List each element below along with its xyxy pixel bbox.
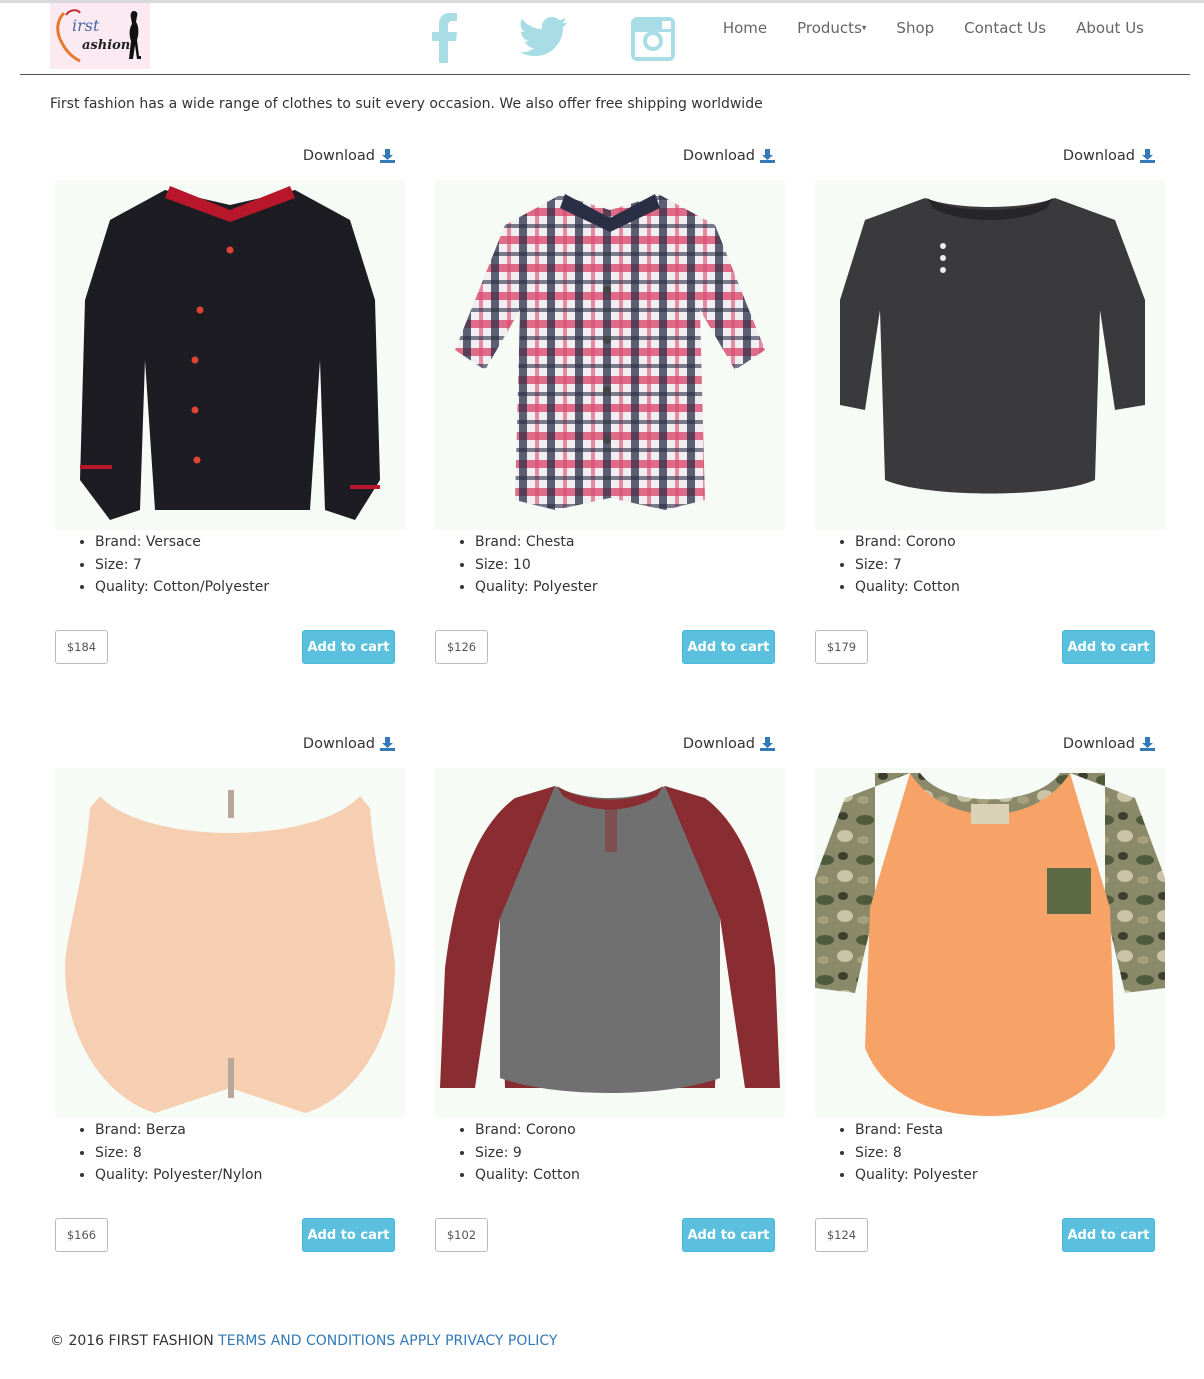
spec-size: Size: 8: [95, 1142, 262, 1165]
download-link[interactable]: Download: [683, 736, 775, 752]
nav-shop[interactable]: Shop: [896, 19, 934, 37]
product-card: Download Brand: Versace Size: 7 Quality:…: [55, 146, 405, 676]
download-label: Download: [682, 736, 755, 752]
product-card: Download Brand: Corono Size: 9 Quality: …: [435, 734, 785, 1264]
price-badge: $102: [435, 1218, 488, 1252]
spec-size: Size: 9: [475, 1142, 580, 1165]
nav-about[interactable]: About Us: [1076, 19, 1144, 37]
product-card: Download • Brand: Festa • Size: 8 • Qual…: [815, 734, 1165, 1264]
spec-quality: Quality: Polyester/Nylon: [95, 1164, 262, 1187]
product-card: Download Brand: Chesta: [435, 146, 785, 676]
terms-link[interactable]: TERMS AND CONDITIONS APPLY: [218, 1333, 440, 1349]
product-image[interactable]: [55, 180, 405, 530]
nav-products[interactable]: Products▾: [797, 19, 866, 37]
logo-text-bottom: ashion: [82, 38, 130, 53]
download-icon: [760, 737, 775, 751]
add-to-cart-button[interactable]: Add to cart: [682, 1218, 775, 1252]
product-image[interactable]: [815, 768, 1165, 1118]
instagram-icon[interactable]: [630, 16, 676, 66]
price-badge: $126: [435, 630, 488, 664]
add-to-cart-button[interactable]: Add to cart: [682, 630, 775, 664]
download-link[interactable]: Download: [1063, 148, 1155, 164]
logo-text-top: irst: [72, 16, 100, 35]
nav-contact[interactable]: Contact Us: [964, 19, 1046, 37]
spec-brand: Brand: Festa: [855, 1119, 978, 1142]
download-label: Download: [1062, 148, 1135, 164]
product-specs: Brand: Festa Size: 8 Quality: Polyester: [835, 1119, 978, 1187]
product-specs: Brand: Corono Size: 9 Quality: Cotton: [455, 1119, 580, 1187]
facebook-icon[interactable]: [428, 13, 460, 63]
spec-quality: Quality: Polyester: [855, 1164, 978, 1187]
download-icon: [760, 149, 775, 163]
add-to-cart-button[interactable]: Add to cart: [1062, 1218, 1155, 1252]
spec-quality: Quality: Polyester: [475, 576, 598, 599]
brand-logo[interactable]: irst ashion: [50, 3, 150, 69]
spec-brand: Brand: Berza: [95, 1119, 262, 1142]
product-image[interactable]: [815, 180, 1165, 530]
price-badge: $179: [815, 630, 868, 664]
product-specs: Brand: Chesta Size: 10 Quality: Polyeste…: [455, 531, 598, 599]
download-icon: [380, 737, 395, 751]
caret-down-icon: ▾: [861, 23, 867, 34]
product-card: Download Brand: Berza Size: 8 Quality: P…: [55, 734, 405, 1264]
spec-size: Size: 8: [855, 1142, 978, 1165]
download-icon: [1140, 149, 1155, 163]
price-badge: $124: [815, 1218, 868, 1252]
intro-text: First fashion has a wide range of clothe…: [50, 96, 763, 112]
spec-quality: Quality: Cotton: [475, 1164, 580, 1187]
nav-home[interactable]: Home: [723, 19, 767, 37]
nav-products-label: Products: [797, 19, 862, 37]
download-icon: [1140, 737, 1155, 751]
add-to-cart-button[interactable]: Add to cart: [302, 1218, 395, 1252]
copyright-text: © 2016 FIRST FASHION: [50, 1333, 219, 1349]
product-specs: Brand: Corono Size: 7 Quality: Cotton: [835, 531, 960, 599]
product-image[interactable]: [435, 768, 785, 1118]
spec-size: Size: 7: [95, 554, 269, 577]
download-link[interactable]: Download: [1063, 736, 1155, 752]
price-badge: $166: [55, 1218, 108, 1252]
download-label: Download: [302, 736, 375, 752]
privacy-link[interactable]: PRIVACY POLICY: [445, 1333, 557, 1349]
product-card: Download Brand: Corono Size: 7 Quality: …: [815, 146, 1165, 676]
site-header: irst ashion Home Products▾ Shop Contact …: [20, 3, 1190, 75]
download-link[interactable]: Download: [303, 736, 395, 752]
product-image[interactable]: [55, 768, 405, 1118]
spec-brand: Brand: Corono: [475, 1119, 580, 1142]
product-specs: Brand: Berza Size: 8 Quality: Polyester/…: [75, 1119, 262, 1187]
spec-size: Size: 7: [855, 554, 960, 577]
spec-quality: Quality: Cotton/Polyester: [95, 576, 269, 599]
site-footer: © 2016 FIRST FASHION TERMS AND CONDITION…: [50, 1333, 557, 1349]
download-label: Download: [1062, 736, 1135, 752]
download-link[interactable]: Download: [683, 148, 775, 164]
spec-brand: Brand: Versace: [95, 531, 269, 554]
spec-quality: Quality: Cotton: [855, 576, 960, 599]
add-to-cart-button[interactable]: Add to cart: [302, 630, 395, 664]
price-badge: $184: [55, 630, 108, 664]
spec-brand: Brand: Chesta: [475, 531, 598, 554]
download-label: Download: [682, 148, 755, 164]
download-label: Download: [302, 148, 375, 164]
download-link[interactable]: Download: [303, 148, 395, 164]
spec-brand: Brand: Corono: [855, 531, 960, 554]
main-nav: Home Products▾ Shop Contact Us About Us: [723, 19, 1144, 37]
product-specs: Brand: Versace Size: 7 Quality: Cotton/P…: [75, 531, 269, 599]
add-to-cart-button[interactable]: Add to cart: [1062, 630, 1155, 664]
twitter-icon[interactable]: [520, 16, 568, 67]
product-image[interactable]: [435, 180, 785, 530]
download-icon: [380, 149, 395, 163]
spec-size: Size: 10: [475, 554, 598, 577]
